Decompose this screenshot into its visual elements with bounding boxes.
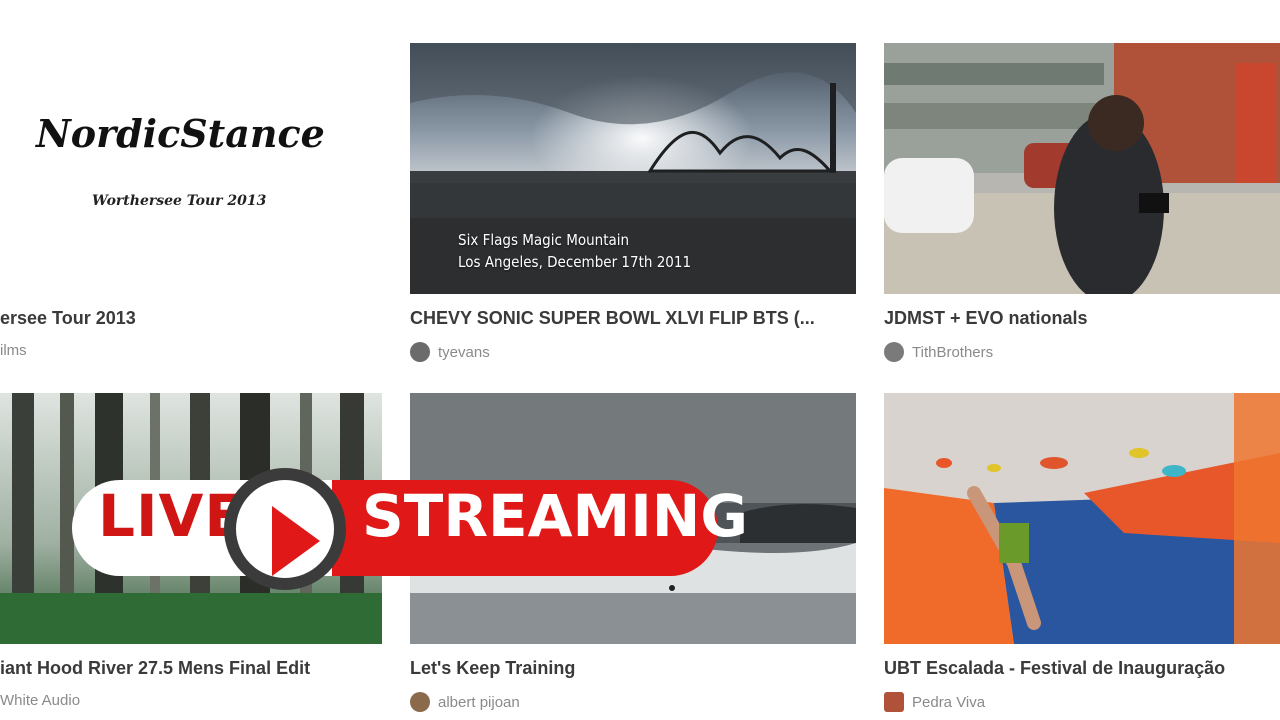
play-triangle-icon: [272, 506, 320, 576]
video-thumbnail[interactable]: [884, 43, 1280, 294]
play-icon: [224, 468, 346, 590]
video-author[interactable]: albert pijoan: [410, 692, 520, 712]
photographer-parking-image: [884, 43, 1280, 294]
video-author[interactable]: Pedra Viva: [884, 692, 985, 712]
logo-subtitle: Worthersee Tour 2013: [92, 193, 267, 209]
video-thumbnail[interactable]: [884, 393, 1280, 644]
video-author[interactable]: tyevans: [410, 342, 490, 362]
nordicstance-logo: NordicStance: [36, 111, 325, 156]
overlay-line-1: Six Flags Magic Mountain: [458, 231, 630, 249]
author-name: White Audio: [0, 692, 81, 709]
live-label: LIVE: [98, 482, 246, 550]
author-name: tyevans: [438, 343, 490, 361]
video-thumbnail[interactable]: NordicStance Worthersee Tour 2013: [0, 43, 382, 294]
streaming-label: STREAMING: [362, 482, 748, 550]
climbing-wall-image: [884, 393, 1280, 644]
video-author[interactable]: White Audio: [0, 692, 80, 709]
play-icon-inner: [236, 480, 334, 578]
video-author[interactable]: TithBrothers: [884, 342, 993, 362]
author-name: TithBrothers: [912, 343, 994, 361]
video-thumbnail[interactable]: Six Flags Magic Mountain Los Angeles, De…: [410, 43, 856, 294]
avatar: [884, 692, 904, 712]
video-title[interactable]: JDMST + EVO nationals: [884, 308, 1280, 329]
avatar: [410, 692, 430, 712]
author-name: albert pijoan: [438, 693, 520, 711]
avatar: [410, 342, 430, 362]
author-name: Pedra Viva: [912, 693, 986, 711]
video-title[interactable]: CHEVY SONIC SUPER BOWL XLVI FLIP BTS (..…: [410, 308, 856, 329]
video-author[interactable]: ilms: [0, 342, 27, 359]
live-streaming-banner: LIVE STREAMING: [72, 468, 748, 590]
video-title[interactable]: UBT Escalada - Festival de Inauguração: [884, 658, 1280, 679]
overlay-line-2: Los Angeles, December 17th 2011: [458, 253, 692, 271]
avatar: [884, 342, 904, 362]
author-name: ilms: [0, 342, 27, 359]
video-title[interactable]: ersee Tour 2013: [0, 308, 382, 329]
thumbnail-overlay-caption: Six Flags Magic Mountain Los Angeles, De…: [458, 229, 691, 273]
video-title[interactable]: Let's Keep Training: [410, 658, 856, 679]
video-title[interactable]: iant Hood River 27.5 Mens Final Edit: [0, 658, 382, 679]
